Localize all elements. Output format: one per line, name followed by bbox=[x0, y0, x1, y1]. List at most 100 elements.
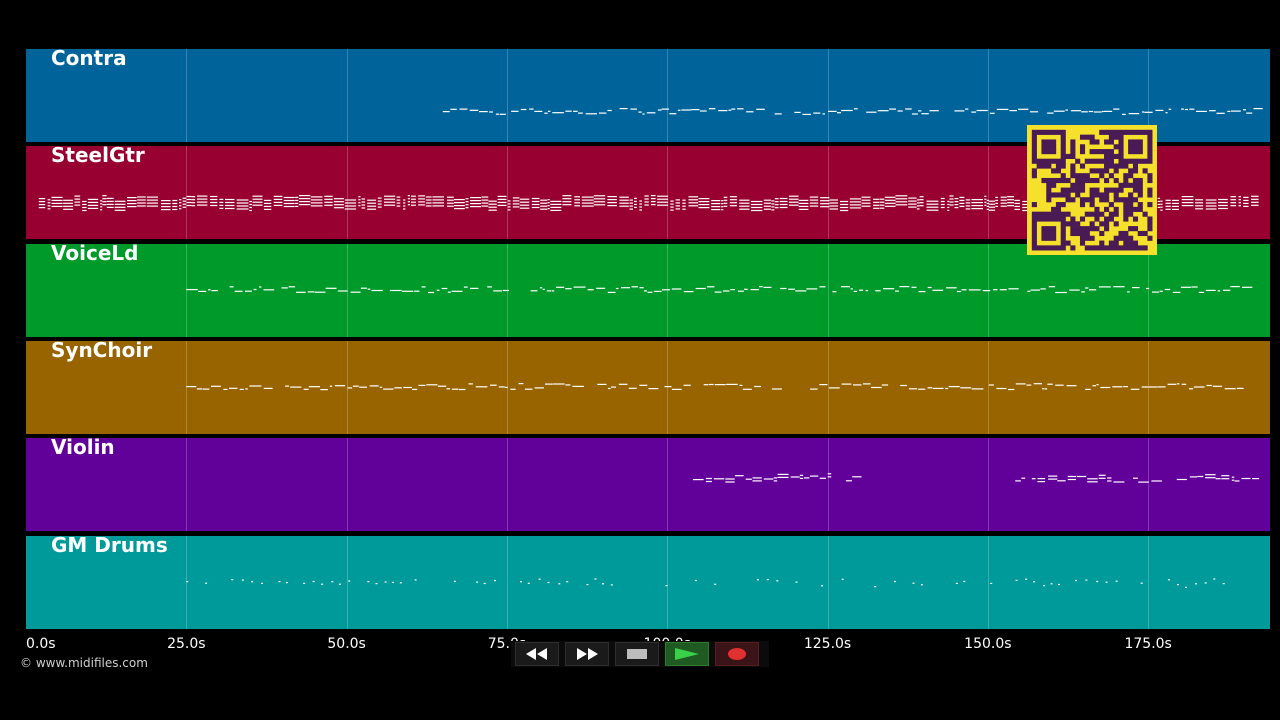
track-violin[interactable]: Violin bbox=[26, 438, 1270, 532]
note bbox=[1181, 202, 1194, 204]
note bbox=[908, 200, 917, 202]
note bbox=[1030, 289, 1040, 291]
note bbox=[750, 204, 763, 206]
note bbox=[949, 204, 954, 206]
note bbox=[1209, 110, 1216, 112]
note bbox=[562, 198, 572, 200]
note bbox=[813, 112, 821, 114]
note bbox=[771, 209, 775, 211]
note bbox=[698, 198, 710, 200]
note bbox=[682, 205, 686, 208]
note bbox=[774, 201, 779, 203]
note bbox=[303, 582, 306, 584]
note bbox=[1031, 478, 1036, 480]
note bbox=[607, 109, 612, 112]
transport-controls bbox=[511, 641, 769, 667]
note bbox=[849, 204, 862, 206]
note bbox=[648, 387, 659, 390]
note bbox=[324, 201, 333, 204]
note bbox=[182, 197, 187, 200]
note bbox=[453, 580, 456, 582]
note bbox=[186, 580, 189, 582]
record-button[interactable] bbox=[715, 642, 759, 666]
note bbox=[219, 202, 224, 204]
note bbox=[629, 205, 633, 207]
note bbox=[634, 201, 637, 203]
track-gm-drums[interactable]: GM Drums bbox=[26, 535, 1270, 629]
note bbox=[1141, 386, 1148, 388]
note bbox=[988, 206, 996, 209]
track-synchoir[interactable]: SynChoir bbox=[26, 340, 1270, 434]
note bbox=[403, 386, 412, 388]
note bbox=[806, 287, 818, 290]
note bbox=[615, 287, 619, 289]
note bbox=[512, 197, 520, 199]
note bbox=[729, 196, 738, 198]
note bbox=[723, 202, 728, 205]
note bbox=[1000, 199, 1007, 202]
note bbox=[853, 290, 858, 292]
note bbox=[971, 111, 977, 113]
rewind-button[interactable] bbox=[515, 642, 559, 666]
note bbox=[530, 289, 538, 291]
note bbox=[418, 384, 426, 386]
note bbox=[763, 205, 771, 208]
note bbox=[607, 199, 617, 201]
note bbox=[1014, 203, 1020, 205]
rewind-icon bbox=[526, 648, 547, 660]
record-icon bbox=[728, 648, 746, 660]
note bbox=[137, 205, 146, 207]
note bbox=[333, 198, 344, 200]
note bbox=[512, 200, 520, 202]
qr-code-icon[interactable] bbox=[1027, 125, 1157, 255]
note bbox=[949, 198, 954, 200]
note bbox=[358, 205, 361, 207]
track-voiceld[interactable]: VoiceLd bbox=[26, 243, 1270, 337]
stop-button[interactable] bbox=[615, 642, 659, 666]
note bbox=[628, 387, 637, 389]
note bbox=[587, 288, 594, 290]
note bbox=[1055, 384, 1064, 386]
note bbox=[74, 198, 81, 200]
note bbox=[918, 290, 926, 292]
note bbox=[205, 582, 208, 584]
note bbox=[657, 109, 662, 111]
note bbox=[539, 286, 543, 288]
fast-forward-button[interactable] bbox=[565, 642, 609, 666]
note bbox=[329, 385, 333, 387]
note bbox=[1025, 578, 1028, 580]
note bbox=[777, 476, 789, 479]
note bbox=[1158, 201, 1161, 203]
note bbox=[573, 286, 586, 288]
note bbox=[884, 199, 896, 202]
note bbox=[538, 578, 541, 580]
note bbox=[1180, 286, 1191, 288]
note bbox=[1081, 111, 1088, 113]
note bbox=[634, 198, 637, 200]
note bbox=[927, 387, 933, 389]
note bbox=[947, 210, 950, 212]
note bbox=[759, 285, 763, 287]
note bbox=[940, 204, 945, 206]
note bbox=[550, 210, 562, 212]
note bbox=[810, 475, 819, 477]
note bbox=[750, 210, 763, 212]
play-button[interactable] bbox=[665, 642, 709, 666]
note bbox=[677, 109, 681, 111]
note bbox=[263, 200, 272, 202]
note bbox=[1238, 196, 1241, 198]
note bbox=[384, 204, 396, 207]
note bbox=[711, 203, 721, 205]
note bbox=[664, 385, 672, 388]
note bbox=[454, 205, 465, 207]
note bbox=[403, 205, 406, 207]
note bbox=[63, 208, 74, 211]
note bbox=[1098, 474, 1106, 477]
note-roll bbox=[186, 382, 1244, 391]
note bbox=[630, 108, 637, 110]
note bbox=[225, 208, 235, 210]
note bbox=[790, 476, 800, 478]
note bbox=[437, 385, 447, 387]
note bbox=[481, 205, 489, 207]
note bbox=[956, 290, 962, 292]
